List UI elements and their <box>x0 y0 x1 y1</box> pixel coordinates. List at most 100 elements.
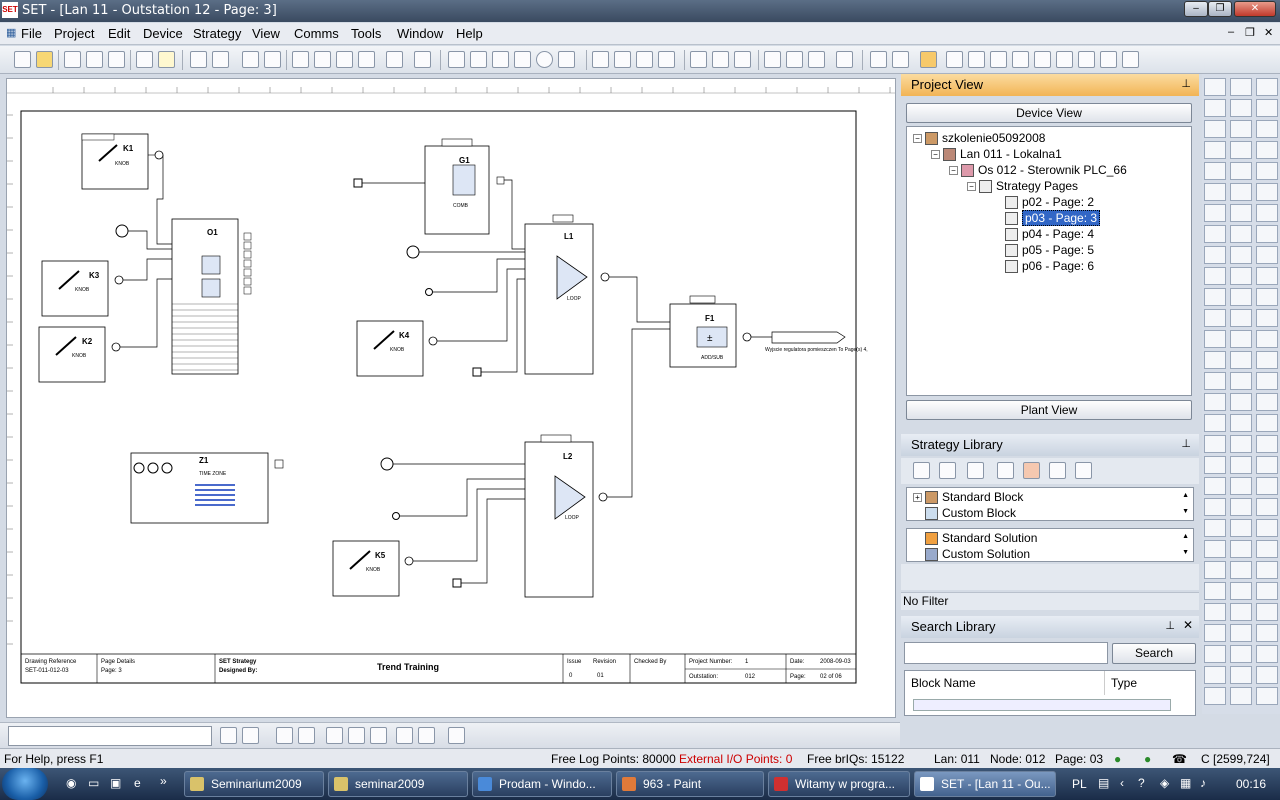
palette-block-icon[interactable] <box>1230 330 1252 348</box>
palette-block-icon[interactable] <box>1230 393 1252 411</box>
tree-node-outstation[interactable]: − Os 012 - Sterownik PLC_66 <box>949 163 1127 178</box>
layout-8-icon[interactable] <box>1100 51 1117 68</box>
palette-block-icon[interactable] <box>1204 141 1226 159</box>
numbering-icon[interactable] <box>396 727 413 744</box>
paste-page-icon[interactable] <box>348 727 365 744</box>
palette-block-icon[interactable] <box>1204 162 1226 180</box>
block-f3-icon[interactable] <box>336 51 353 68</box>
palette-block-icon[interactable] <box>1230 246 1252 264</box>
palette-block-icon[interactable] <box>1230 561 1252 579</box>
line-tool-icon[interactable] <box>470 51 487 68</box>
text-tool-icon[interactable] <box>448 51 465 68</box>
link-icon[interactable] <box>386 51 403 68</box>
circle-tool-icon[interactable] <box>536 51 553 68</box>
flash-icon[interactable] <box>786 51 803 68</box>
sound-icon[interactable] <box>808 51 825 68</box>
palette-block-icon[interactable] <box>1256 120 1278 138</box>
palette-block-icon[interactable] <box>1230 78 1252 96</box>
palette-block-icon[interactable] <box>1204 204 1226 222</box>
windows-icon[interactable] <box>448 727 465 744</box>
menu-file[interactable]: File <box>21 26 42 41</box>
search-button[interactable]: Search <box>1112 643 1196 664</box>
palette-block-icon[interactable] <box>1256 519 1278 537</box>
menu-window[interactable]: Window <box>397 26 443 41</box>
task-set[interactable]: SET - [Lan 11 - Ou... <box>914 771 1056 797</box>
menu-tools[interactable]: Tools <box>351 26 381 41</box>
palette-block-icon[interactable] <box>1204 78 1226 96</box>
palette-block-icon[interactable] <box>1230 120 1252 138</box>
arrow-tool-icon[interactable] <box>558 51 575 68</box>
tree-node-project[interactable]: − szkolenie05092008 <box>913 131 1045 146</box>
palette-block-icon[interactable] <box>1230 141 1252 159</box>
tree-node-strategy-pages[interactable]: − Strategy Pages <box>967 179 1078 194</box>
maximize-button[interactable]: ❐ <box>1208 1 1232 17</box>
new-icon[interactable] <box>14 51 31 68</box>
palette-block-icon[interactable] <box>1204 687 1226 705</box>
layout-5-icon[interactable] <box>1034 51 1051 68</box>
palette-block-icon[interactable] <box>1204 624 1226 642</box>
layout-2-icon[interactable] <box>968 51 985 68</box>
menu-edit[interactable]: Edit <box>108 26 130 41</box>
mdi-restore-icon[interactable]: ❐ <box>1245 26 1255 39</box>
find-icon[interactable] <box>220 727 237 744</box>
help-tray-icon[interactable]: ? <box>1138 776 1145 790</box>
layout-7-icon[interactable] <box>1078 51 1095 68</box>
search-input[interactable] <box>904 642 1108 664</box>
palette-block-icon[interactable] <box>1256 78 1278 96</box>
palette-block-icon[interactable] <box>1256 603 1278 621</box>
layout-6-icon[interactable] <box>1056 51 1073 68</box>
menu-view[interactable]: View <box>252 26 280 41</box>
palette-block-icon[interactable] <box>1256 498 1278 516</box>
block-f4-icon[interactable] <box>358 51 375 68</box>
palette-block-icon[interactable] <box>1256 687 1278 705</box>
tree-node-page-2[interactable]: p02 - Page: 2 <box>1005 195 1094 210</box>
volume-icon[interactable]: ♪ <box>1200 776 1206 790</box>
clock[interactable]: 00:16 <box>1236 777 1266 791</box>
scroll-down-icon[interactable]: ▼ <box>1182 508 1189 515</box>
palette-block-icon[interactable] <box>1256 393 1278 411</box>
minimize-button[interactable]: – <box>1184 1 1208 17</box>
scroll-up-icon[interactable]: ▲ <box>1182 492 1189 499</box>
open-icon[interactable] <box>36 51 53 68</box>
zoom-out-icon[interactable] <box>264 51 281 68</box>
palette-block-icon[interactable] <box>1230 666 1252 684</box>
palette-block-icon[interactable] <box>1256 246 1278 264</box>
strategy-canvas[interactable]: K1 KNOB K3 KNOB K2 KNOB O1 G1 COMB L1 LO… <box>6 78 896 718</box>
palette-block-icon[interactable] <box>1204 99 1226 117</box>
horizontal-scrollbar[interactable] <box>913 699 1171 711</box>
comm-icon[interactable] <box>592 51 609 68</box>
copy-page-icon[interactable] <box>326 727 343 744</box>
menu-comms[interactable]: Comms <box>294 26 339 41</box>
palette-block-icon[interactable] <box>1204 393 1226 411</box>
explorer-icon[interactable]: ▣ <box>110 776 121 790</box>
scroll-up-icon[interactable]: ▲ <box>1182 533 1189 540</box>
list-item-standard-block[interactable]: + Standard Block <box>913 490 1023 505</box>
palette-block-icon[interactable] <box>1204 309 1226 327</box>
text-icon[interactable] <box>1023 462 1040 479</box>
palette-block-icon[interactable] <box>1256 456 1278 474</box>
monitor-icon[interactable] <box>836 51 853 68</box>
palette-block-icon[interactable] <box>1256 477 1278 495</box>
table-icon[interactable] <box>418 727 435 744</box>
network-icon[interactable]: ▦ <box>1180 776 1191 790</box>
task-prodam[interactable]: Prodam - Windo... <box>472 771 612 797</box>
tree-node-page-4[interactable]: p04 - Page: 4 <box>1005 227 1094 242</box>
palette-block-icon[interactable] <box>1256 183 1278 201</box>
keyboard-icon[interactable]: ▤ <box>1098 776 1109 790</box>
list-icon[interactable] <box>892 51 909 68</box>
print-page-icon[interactable] <box>370 727 387 744</box>
palette-block-icon[interactable] <box>1204 456 1226 474</box>
palette-block-icon[interactable] <box>1204 414 1226 432</box>
palette-block-icon[interactable] <box>1230 603 1252 621</box>
palette-block-icon[interactable] <box>1230 456 1252 474</box>
palette-block-icon[interactable] <box>1204 666 1226 684</box>
palette-block-icon[interactable] <box>1204 351 1226 369</box>
palette-block-icon[interactable] <box>1256 99 1278 117</box>
tree-node-page-3[interactable]: p03 - Page: 3 <box>1005 210 1101 226</box>
palette-block-icon[interactable] <box>1204 435 1226 453</box>
mdi-close-icon[interactable]: ✕ <box>1264 26 1273 39</box>
palette-block-icon[interactable] <box>1256 309 1278 327</box>
palette-block-icon[interactable] <box>1204 183 1226 201</box>
palette-block-icon[interactable] <box>1230 267 1252 285</box>
mdi-minimize-icon[interactable]: – <box>1228 26 1234 38</box>
